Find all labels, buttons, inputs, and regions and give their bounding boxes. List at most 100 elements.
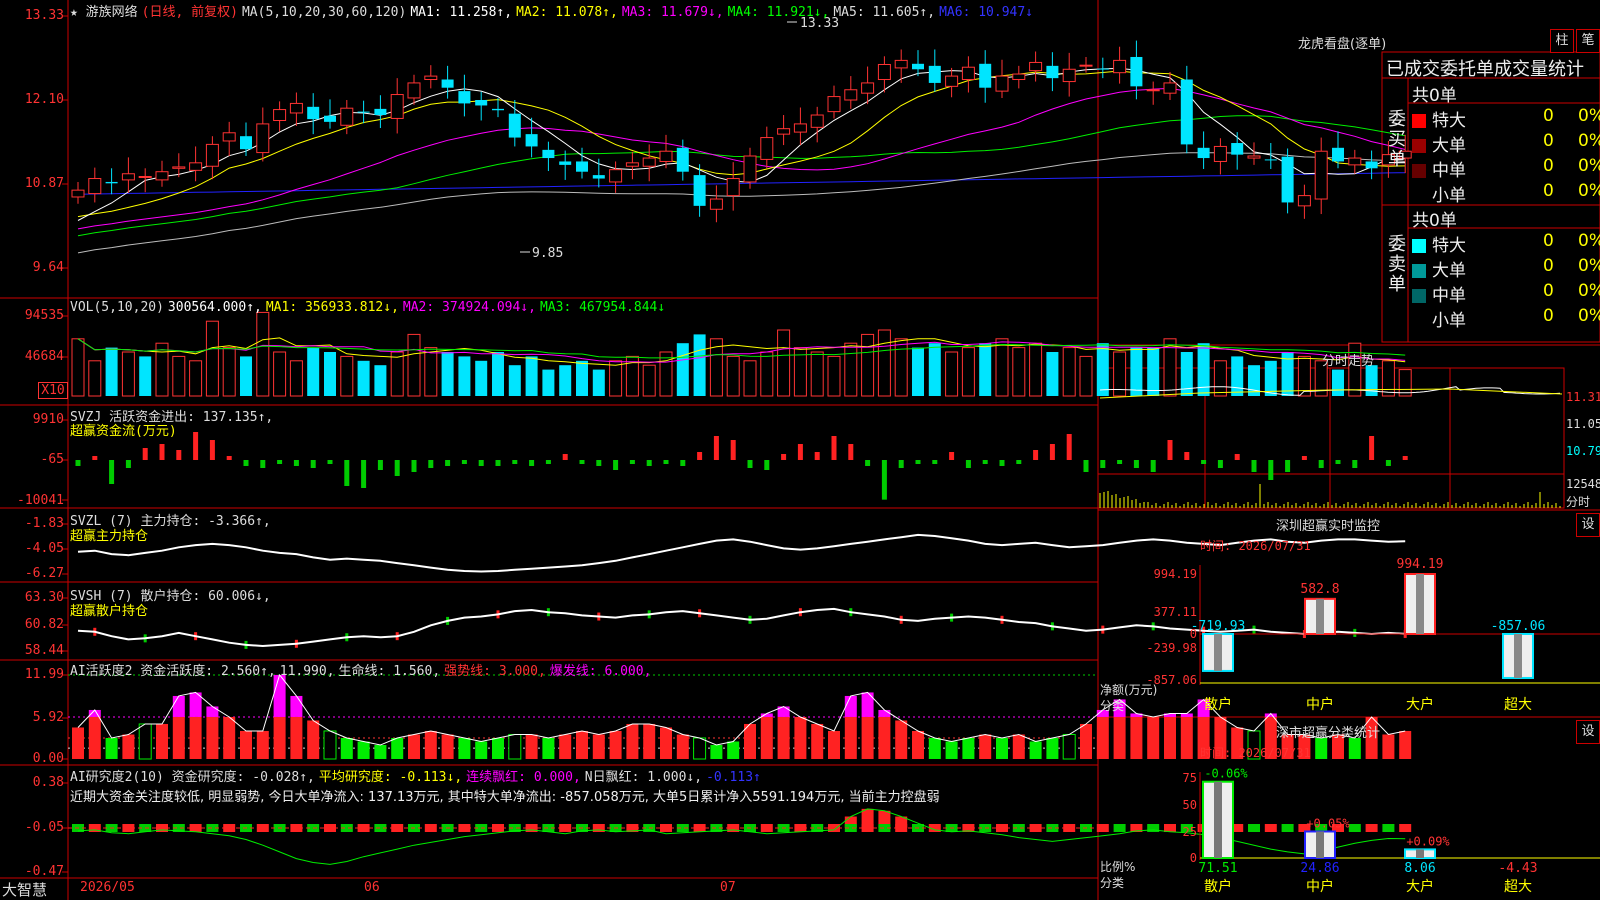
ai-active-bar	[492, 737, 504, 759]
ai-active-bar	[777, 716, 790, 759]
volume-bar	[894, 338, 908, 397]
ma5-line	[77, 152, 1406, 254]
bar-mode-button[interactable]: 柱	[1550, 29, 1574, 53]
svzj-bar	[646, 460, 652, 466]
candle-body	[1146, 89, 1160, 92]
cls-title: 深市超赢分类统计	[1276, 726, 1381, 741]
intraday-price: 11.05	[1566, 417, 1600, 431]
svzj-bar	[999, 460, 1005, 466]
ai-research-value: 连续飘红: 0.000,	[466, 770, 581, 785]
monitor-category: 中户	[1306, 696, 1334, 713]
candle-body	[676, 147, 689, 172]
sell-row: 大单	[1412, 256, 1466, 281]
ai-active-bar	[878, 716, 891, 759]
ai-active-bar	[290, 716, 303, 759]
intraday-tab[interactable]: 分时	[1566, 493, 1590, 510]
ai-active-bar	[525, 734, 538, 759]
svzj-bar	[1066, 434, 1072, 460]
svzj-bar	[361, 460, 367, 488]
sell-row-pct: 0%	[1578, 231, 1600, 251]
color-swatch	[1412, 139, 1426, 153]
candle-body	[995, 75, 1009, 92]
cls-settings-button[interactable]: 设	[1576, 720, 1600, 744]
ai-active-header: AI活跃度2 资金活跃度: 2.560↑, 11.990, 生命线: 1.560, 强…	[70, 660, 659, 679]
ai-active-bar	[609, 730, 622, 759]
volume-bar	[458, 356, 471, 396]
ai-active-bar	[945, 741, 958, 759]
color-swatch	[1412, 239, 1426, 253]
cls-category: 超大	[1504, 879, 1532, 895]
volume-bar	[71, 338, 85, 397]
ai-active-bar	[189, 716, 202, 759]
ma-value: MA6: 10.947↓	[939, 5, 1034, 20]
candle-body	[475, 100, 488, 106]
ai-research-items: AI研究度2(10) 资金研究度: -0.028↑, 平均研究度: -0.113↓…	[70, 770, 765, 785]
volume-bar	[777, 329, 791, 397]
volume-bar	[1147, 347, 1160, 396]
candle-body	[659, 150, 673, 162]
volume-bar	[1197, 343, 1210, 396]
research-marker	[1399, 824, 1412, 832]
ai-research-y-label: -0.47	[24, 864, 64, 879]
svzj-bar	[1335, 460, 1341, 464]
monitor-bar-value: -719.93	[1191, 619, 1246, 634]
svzj-bar	[713, 436, 719, 460]
ma-value: MA3: 11.679↓,	[621, 5, 724, 20]
cls-change: +0.05%	[1306, 816, 1350, 830]
ai-active-bar	[592, 734, 605, 759]
sell-row-label: 中单	[1432, 286, 1466, 306]
volume-bar	[357, 360, 370, 396]
candle-body	[1130, 56, 1143, 87]
candle-body	[827, 96, 841, 113]
svzj-bar	[209, 440, 215, 460]
buy-row-value: 0	[1543, 156, 1554, 176]
vol-items: VOL(5,10,20) 300564.000↑, MA1: 356933.812↓…	[70, 300, 669, 315]
volume-bar	[844, 342, 858, 397]
ai-research-value: AI研究度2(10) 资金研究度: -0.028↑,	[70, 770, 315, 785]
volume-bar	[240, 356, 252, 396]
ai-active-bar	[88, 716, 101, 759]
ai-active-y-label: 0.00	[32, 751, 64, 766]
volume-bar	[1079, 355, 1093, 397]
intraday-title: 分时走势	[1322, 354, 1375, 369]
candle-body	[1314, 150, 1328, 200]
candle-body	[1247, 155, 1261, 159]
ai-active-bar	[508, 733, 522, 760]
sell-row-pct: 0%	[1578, 256, 1600, 276]
ai-active-bar	[962, 737, 975, 759]
sz-settings-button[interactable]: 设	[1576, 513, 1600, 537]
ai-active-bar	[105, 737, 118, 759]
chart-canvas[interactable]: 13.33 9.85 994.19 377.11 0 -239.98 -857.06 -719…	[0, 0, 1600, 900]
volume-bar	[609, 360, 623, 397]
vol-header: VOL(5,10,20) 300564.000↑, MA1: 356933.812↓…	[70, 300, 673, 315]
note-mode-button[interactable]: 笔	[1576, 29, 1600, 53]
buy-row-label: 特大	[1432, 111, 1466, 131]
ai-comment: 近期大资金关注度较低, 明显弱势, 今日大单净流入: 137.13万元, 其中特…	[70, 790, 940, 805]
ai-research-value: 平均研究度: -0.113↓,	[318, 770, 463, 785]
volume-bar	[205, 320, 219, 397]
volume-bar	[760, 351, 774, 397]
candle-body	[273, 109, 287, 121]
candle-body	[726, 178, 740, 197]
ma-value: MA(5,10,20,30,60,120)	[241, 5, 407, 20]
candle-body	[793, 123, 807, 133]
sell-row-value: 0	[1543, 256, 1554, 276]
cls-change: +0.09%	[1406, 834, 1450, 848]
svzj-bar	[663, 460, 669, 464]
buy-row-label: 中单	[1432, 161, 1466, 181]
svzj-bar	[260, 460, 266, 468]
svzj-subtitle: 超赢资金流(万元)	[70, 424, 177, 439]
svzj-bar	[898, 460, 904, 468]
candle-body	[1213, 145, 1227, 162]
candle-body	[407, 82, 421, 99]
volume-bar	[961, 347, 975, 397]
intraday-volume: 12548	[1566, 477, 1600, 491]
svzj-bar	[932, 460, 938, 464]
candle-body	[1163, 82, 1177, 94]
volume-bar	[492, 352, 504, 396]
svzj-bar	[125, 460, 131, 468]
candle-body	[877, 63, 891, 81]
candle-body	[810, 114, 824, 128]
candle-body	[525, 134, 538, 147]
vol-value: MA2: 374924.094↓,	[402, 300, 536, 315]
